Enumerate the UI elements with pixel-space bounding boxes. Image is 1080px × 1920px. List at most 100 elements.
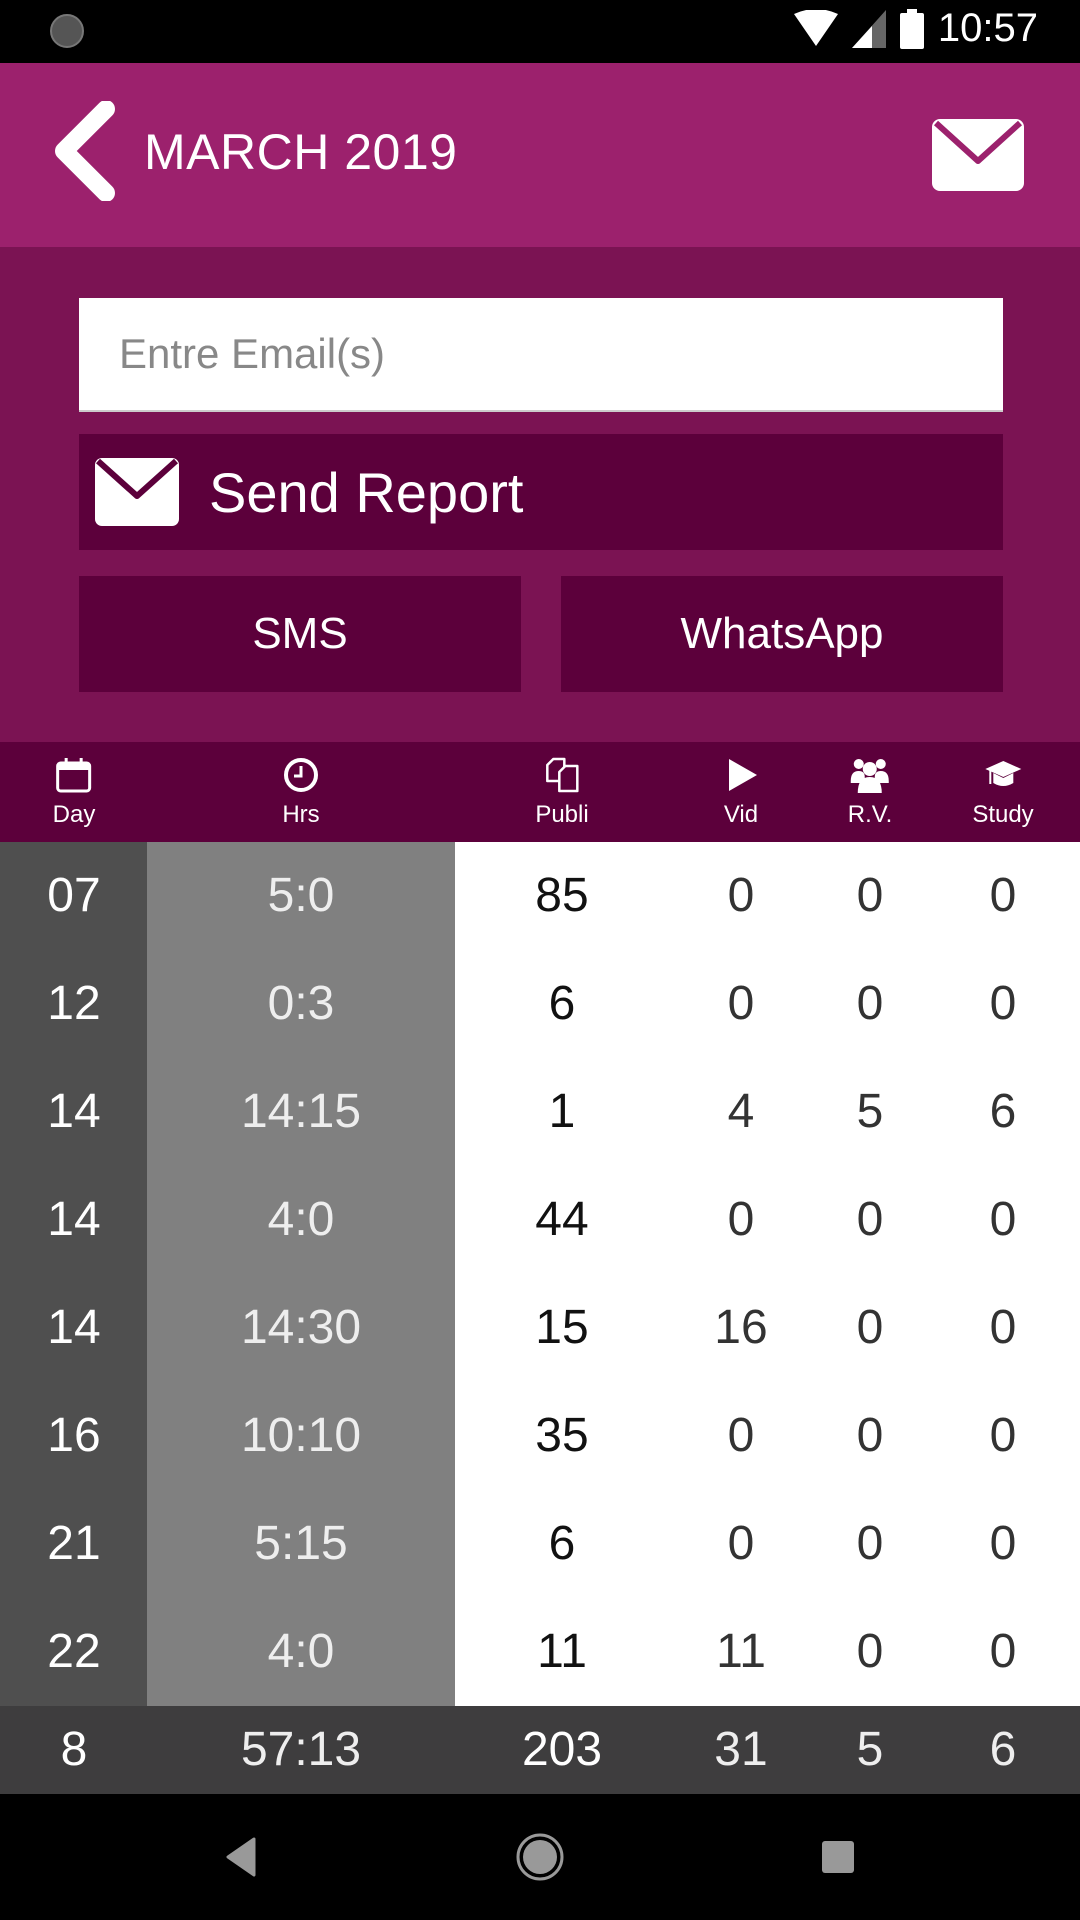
- table-row[interactable]: 21 5:15 6 0 0 0: [0, 1490, 1080, 1598]
- cell-hrs: 5:15: [254, 1517, 348, 1570]
- cell-publi: 44: [535, 1193, 589, 1246]
- column-label: Hrs: [282, 801, 320, 828]
- signal-icon: [851, 9, 886, 48]
- battery-icon: [899, 8, 924, 49]
- cell-publi: 6: [548, 1517, 576, 1570]
- envelope-icon: [932, 119, 1024, 191]
- cell-study: 6: [989, 1085, 1017, 1138]
- page-title: MARCH 2019: [144, 124, 458, 180]
- cell-rv: 0: [856, 1301, 884, 1354]
- status-icons: 10:57: [793, 6, 1038, 51]
- cell-vid: 16: [714, 1301, 768, 1354]
- play-icon: [729, 759, 757, 791]
- cell-study: 0: [989, 977, 1017, 1030]
- cell-rv: 0: [856, 1409, 884, 1462]
- calendar-icon: [56, 758, 92, 793]
- total-vid: 31: [714, 1723, 768, 1776]
- table-row[interactable]: 12 0:3 6 0 0 0: [0, 950, 1080, 1058]
- cell-vid: 11: [716, 1625, 766, 1678]
- wifi-icon: [793, 9, 838, 46]
- column-header-publi: Publi: [535, 742, 589, 842]
- cell-day: 12: [47, 977, 101, 1030]
- navigation-bar: [0, 1794, 1080, 1920]
- sms-button[interactable]: SMS: [79, 576, 521, 692]
- cell-publi: 1: [548, 1085, 576, 1138]
- table-row[interactable]: 14 14:15 1 4 5 6: [0, 1058, 1080, 1166]
- column-label: Study: [972, 801, 1034, 828]
- column-header-study: Study: [972, 742, 1034, 842]
- table-row[interactable]: 14 4:0 44 0 0 0: [0, 1166, 1080, 1274]
- cell-rv: 0: [856, 977, 884, 1030]
- cell-day: 14: [47, 1085, 101, 1138]
- table-row[interactable]: 14 14:30 15 16 0 0: [0, 1274, 1080, 1382]
- cell-hrs: 5:0: [267, 869, 335, 922]
- total-rv: 5: [856, 1723, 884, 1776]
- cell-publi: 6: [548, 977, 576, 1030]
- nav-back-button[interactable]: [212, 1827, 272, 1887]
- cell-day: 22: [47, 1625, 101, 1678]
- cell-rv: 0: [856, 1193, 884, 1246]
- whatsapp-button[interactable]: WhatsApp: [561, 576, 1003, 692]
- report-panel: Send Report SMS WhatsApp: [0, 247, 1080, 742]
- total-hrs: 57:13: [240, 1723, 362, 1776]
- column-header-hrs: Hrs: [281, 742, 321, 842]
- cell-publi: 35: [535, 1409, 589, 1462]
- people-icon: [850, 759, 889, 793]
- cell-hrs: 14:30: [240, 1301, 362, 1354]
- app-bar: MARCH 2019: [0, 63, 1080, 247]
- column-label: R.V.: [847, 801, 893, 828]
- cell-day: 21: [47, 1517, 101, 1570]
- documents-icon: [545, 757, 579, 793]
- total-study: 6: [989, 1723, 1017, 1776]
- table-row[interactable]: 07 5:0 85 0 0 0: [0, 842, 1080, 950]
- report-table: 07 5:0 85 0 0 0 12 0:3 6 0 0 0 14 14:15 …: [0, 842, 1080, 1706]
- cell-rv: 0: [856, 869, 884, 922]
- send-report-label: Send Report: [209, 460, 524, 524]
- table-header: Day Hrs Publi Vid R.V. Study: [0, 742, 1080, 842]
- nav-recents-button[interactable]: [808, 1827, 868, 1887]
- cell-study: 0: [989, 869, 1017, 922]
- cell-publi: 15: [535, 1301, 589, 1354]
- table-row[interactable]: 22 4:0 11 11 0 0: [0, 1598, 1080, 1706]
- cell-vid: 0: [727, 1517, 755, 1570]
- cell-study: 0: [989, 1409, 1017, 1462]
- cell-vid: 0: [727, 869, 755, 922]
- cell-rv: 0: [856, 1625, 884, 1678]
- cell-hrs: 14:15: [240, 1085, 362, 1138]
- graduation-cap-icon: [985, 761, 1021, 786]
- back-button[interactable]: [50, 100, 120, 202]
- cell-hrs: 4:0: [267, 1193, 335, 1246]
- totals-row: 8 57:13 203 31 5 6: [0, 1706, 1080, 1794]
- cell-hrs: 10:10: [240, 1409, 362, 1462]
- clock-time: 10:57: [937, 6, 1038, 50]
- nav-home-button[interactable]: [510, 1827, 570, 1887]
- cell-study: 0: [989, 1517, 1017, 1570]
- clock-icon: [284, 758, 318, 792]
- back-triangle-icon: [226, 1837, 256, 1877]
- column-label: Publi: [535, 801, 589, 828]
- send-report-button[interactable]: Send Report: [79, 434, 1003, 550]
- column-header-day: Day: [52, 742, 96, 842]
- cell-vid: 0: [727, 1409, 755, 1462]
- cell-day: 14: [47, 1193, 101, 1246]
- column-header-rv: R.V.: [848, 742, 892, 842]
- home-circle-icon: [516, 1833, 564, 1881]
- cell-publi: 11: [537, 1625, 587, 1678]
- total-publi: 203: [521, 1723, 603, 1776]
- email-input[interactable]: [79, 298, 1003, 412]
- cell-hrs: 0:3: [267, 977, 335, 1030]
- recents-square-icon: [822, 1841, 854, 1873]
- cell-day: 16: [47, 1409, 101, 1462]
- cell-rv: 5: [856, 1085, 884, 1138]
- total-day: 8: [60, 1723, 88, 1776]
- cell-study: 0: [989, 1625, 1017, 1678]
- column-label: Day: [52, 801, 96, 828]
- status-bar: 10:57: [0, 0, 1080, 63]
- cell-vid: 0: [727, 977, 755, 1030]
- table-row[interactable]: 16 10:10 35 0 0 0: [0, 1382, 1080, 1490]
- cell-hrs: 4:0: [267, 1625, 335, 1678]
- cell-study: 0: [989, 1301, 1017, 1354]
- cell-vid: 0: [727, 1193, 755, 1246]
- cell-study: 0: [989, 1193, 1017, 1246]
- email-button[interactable]: [932, 119, 1024, 191]
